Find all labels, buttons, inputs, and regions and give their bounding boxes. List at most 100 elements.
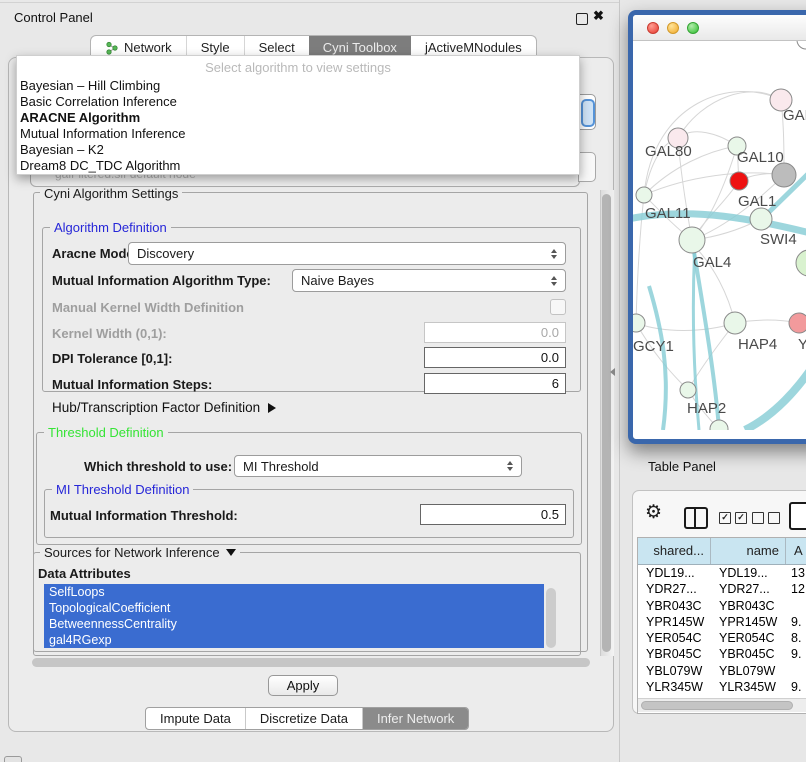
apply-button[interactable]: Apply: [268, 675, 338, 696]
network-canvas[interactable]: GAL GAL80 GAL10 GAL1 GAL11 SWI4 GAL4 GCY…: [633, 41, 806, 430]
select-all-checkboxes-icon[interactable]: ✓✓: [719, 512, 747, 524]
node-bottom[interactable]: [710, 420, 728, 430]
table-horizontal-scrollbar-thumb[interactable]: [641, 701, 793, 710]
table-header-row: shared... name A: [638, 538, 806, 565]
node-hap2[interactable]: [680, 382, 696, 398]
dpi-tolerance-label: DPI Tolerance [0,1]:: [52, 351, 172, 366]
table-row[interactable]: YBR045CYBR045C9.: [638, 646, 806, 662]
dropdown-item-basic-correlation[interactable]: Basic Correlation Inference: [20, 94, 177, 109]
data-attributes-label: Data Attributes: [38, 566, 131, 581]
dropdown-item-bayesian-k2[interactable]: Bayesian – K2: [20, 142, 104, 157]
table-row[interactable]: YER054CYER054C8.: [638, 630, 806, 646]
which-threshold-value: MI Threshold: [243, 459, 501, 474]
table-row[interactable]: YBR043CYBR043C: [638, 598, 806, 614]
node-right-edge[interactable]: [796, 250, 806, 276]
manual-kernel-width-checkbox[interactable]: [550, 299, 566, 315]
which-threshold-combobox[interactable]: MI Threshold: [234, 455, 522, 477]
stepper-icon: [551, 249, 557, 259]
columns-icon[interactable]: [684, 507, 708, 529]
column-header-name[interactable]: name: [711, 538, 786, 564]
column-header-partial[interactable]: A: [786, 538, 806, 564]
aracne-mode-value: Discovery: [137, 246, 545, 261]
node-gray[interactable]: [772, 163, 796, 187]
attribute-item-selfloops[interactable]: SelfLoops: [44, 584, 544, 600]
combobox-stepper-focused[interactable]: [581, 99, 595, 127]
dropdown-item-bayesian-hill-climbing[interactable]: Bayesian – Hill Climbing: [20, 78, 160, 93]
expand-right-icon[interactable]: [268, 403, 276, 413]
minimize-window-icon[interactable]: [667, 22, 679, 34]
float-panel-icon[interactable]: [576, 13, 588, 25]
stepper-icon: [551, 276, 557, 286]
application-root: Control Panel ✖ Network Style Select Cyn…: [0, 0, 806, 762]
tab-impute-data[interactable]: Impute Data: [146, 708, 245, 729]
mi-algorithm-type-combobox[interactable]: Naive Bayes: [292, 269, 566, 292]
tab-infer-network[interactable]: Infer Network: [362, 708, 468, 729]
manual-kernel-width-label: Manual Kernel Width Definition: [52, 300, 244, 315]
tab-style-label: Style: [201, 40, 230, 55]
tab-select-label: Select: [259, 40, 295, 55]
mi-threshold-input[interactable]: [420, 504, 566, 525]
node-gal11[interactable]: [636, 187, 652, 203]
node-partial-top[interactable]: [797, 41, 806, 49]
node-label: GAL1: [738, 193, 776, 210]
settings-vertical-scrollbar-thumb[interactable]: [602, 194, 611, 652]
aracne-mode-combobox[interactable]: Discovery: [128, 242, 566, 265]
panel-divider[interactable]: [619, 0, 620, 762]
close-window-icon[interactable]: [647, 22, 659, 34]
dropdown-item-aracne[interactable]: ARACNE Algorithm: [20, 110, 140, 125]
algorithm-dropdown-list: Select algorithm to view settings Bayesi…: [16, 55, 580, 175]
table-horizontal-scrollbar[interactable]: [638, 698, 806, 712]
tab-discretize-data[interactable]: Discretize Data: [245, 708, 362, 729]
algorithm-dropdown-placeholder: Select algorithm to view settings: [17, 60, 579, 75]
obscured-panel-right-fragment: [578, 152, 596, 182]
node-salmon[interactable]: [789, 313, 806, 333]
attribute-item-topologicalcoefficient[interactable]: TopologicalCoefficient: [44, 600, 544, 616]
node-gal1[interactable]: [750, 208, 772, 230]
attribute-item-betweennesscentrality[interactable]: BetweennessCentrality: [44, 616, 544, 632]
network-window-titlebar[interactable]: [633, 15, 806, 41]
table-row[interactable]: YBL079WYBL079W: [638, 663, 806, 679]
hub-definition-expander[interactable]: Hub/Transcription Factor Definition: [52, 400, 276, 415]
node-label: Y: [798, 336, 806, 353]
collapse-left-icon[interactable]: [610, 368, 615, 376]
kernel-width-input[interactable]: [424, 322, 566, 343]
mi-algorithm-type-label: Mutual Information Algorithm Type:: [52, 273, 271, 288]
table-row[interactable]: YLR345WYLR345W9.: [638, 679, 806, 695]
zoom-window-icon[interactable]: [687, 22, 699, 34]
table-function-icon[interactable]: [789, 502, 806, 530]
collapse-down-icon[interactable]: [226, 549, 236, 556]
node-label: GAL10: [737, 149, 784, 166]
node-label: GAL80: [645, 143, 692, 160]
node-label: SWI4: [760, 231, 797, 248]
settings-horizontal-scrollbar[interactable]: [28, 656, 596, 669]
tab-cyni-toolbox-label: Cyni Toolbox: [323, 40, 397, 55]
dropdown-item-mutual-information[interactable]: Mutual Information Inference: [20, 126, 185, 141]
bottom-left-partial-icon[interactable]: [4, 756, 22, 762]
node-label: GAL11: [645, 205, 691, 222]
mi-algorithm-type-value: Naive Bayes: [301, 273, 545, 288]
node-gal4[interactable]: [679, 227, 705, 253]
node-red-selected[interactable]: [730, 172, 748, 190]
algorithm-combobox-right-fragment[interactable]: [578, 94, 596, 130]
algorithm-definition-title: Algorithm Definition: [50, 220, 171, 235]
column-header-shared-name[interactable]: shared...: [638, 538, 711, 564]
dropdown-item-dream8[interactable]: Dream8 DC_TDC Algorithm: [20, 158, 180, 173]
node-hap4[interactable]: [724, 312, 746, 334]
threshold-definition-title: Threshold Definition: [44, 425, 168, 440]
mi-steps-input[interactable]: [424, 373, 566, 394]
gear-icon[interactable]: ⚙: [645, 503, 662, 522]
network-view-window[interactable]: GAL GAL80 GAL10 GAL1 GAL11 SWI4 GAL4 GCY…: [628, 10, 806, 444]
node-gcy1[interactable]: [633, 314, 645, 332]
table-row[interactable]: YDL19...YDL19...13: [638, 565, 806, 581]
attributes-scrollbar-thumb[interactable]: [546, 588, 556, 648]
table-row[interactable]: YDR27...YDR27...12: [638, 581, 806, 597]
deselect-all-checkboxes-icon[interactable]: [752, 512, 780, 524]
close-panel-icon[interactable]: ✖: [593, 8, 604, 24]
sources-title[interactable]: Sources for Network Inference: [40, 545, 240, 560]
dpi-tolerance-input[interactable]: [424, 347, 566, 368]
table-row[interactable]: YPR145WYPR145W9.: [638, 614, 806, 630]
settings-horizontal-scrollbar-thumb[interactable]: [32, 658, 590, 667]
cyni-algorithm-settings-title: Cyni Algorithm Settings: [40, 186, 182, 201]
top-divider: [0, 2, 622, 3]
attribute-item-gal4rgexp[interactable]: gal4RGexp: [44, 632, 544, 648]
